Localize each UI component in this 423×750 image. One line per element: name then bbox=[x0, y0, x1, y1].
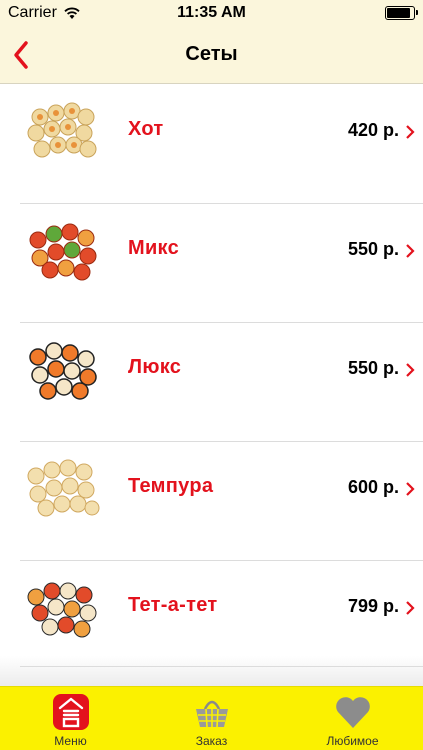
item-name: Тет-а-тет bbox=[128, 594, 218, 616]
sushi-set-image bbox=[27, 582, 97, 638]
basket-icon bbox=[195, 700, 228, 728]
item-name: Темпура bbox=[128, 475, 214, 497]
sushi-set-image bbox=[27, 102, 97, 158]
item-price: 799 р. bbox=[347, 596, 399, 616]
list-item[interactable]: Люкс 550 р. bbox=[20, 323, 423, 442]
battery-icon bbox=[385, 6, 418, 20]
chevron-right-icon bbox=[406, 244, 415, 258]
status-bar: Carrier 11:35 AM bbox=[0, 0, 423, 26]
item-price: 420 р. bbox=[347, 120, 399, 140]
sets-list: Хот 420 р. Микс 550 р. Люкс 550 р. Темпу… bbox=[0, 85, 423, 685]
list-item[interactable]: Микс 550 р. bbox=[20, 204, 423, 323]
chevron-right-icon bbox=[406, 482, 415, 496]
tab-label: Меню bbox=[54, 734, 87, 748]
tab-label: Заказ bbox=[195, 734, 228, 748]
chevron-right-icon bbox=[406, 125, 415, 139]
chevron-right-icon bbox=[406, 363, 415, 377]
menu-icon bbox=[52, 694, 89, 730]
page-title: Сеты bbox=[185, 43, 238, 65]
sushi-set-image bbox=[27, 459, 100, 517]
sushi-set-image bbox=[29, 342, 97, 400]
navigation-bar: Сеты bbox=[0, 26, 423, 84]
item-name: Хот bbox=[128, 118, 164, 140]
scroll-fade bbox=[0, 656, 423, 686]
item-price: 550 р. bbox=[347, 239, 399, 259]
list-item[interactable]: Хот 420 р. bbox=[20, 85, 423, 204]
status-time: 11:35 AM bbox=[177, 4, 246, 21]
tab-menu[interactable]: Меню bbox=[0, 687, 141, 750]
item-price: 600 р. bbox=[347, 477, 399, 497]
list-divider bbox=[20, 666, 423, 667]
tab-favorites[interactable]: Любимое bbox=[282, 687, 423, 750]
chevron-right-icon bbox=[406, 601, 415, 615]
tab-order[interactable]: Заказ bbox=[141, 687, 282, 750]
item-price: 550 р. bbox=[347, 358, 399, 378]
battery-fill bbox=[387, 8, 411, 18]
item-name: Микс bbox=[128, 237, 180, 259]
heart-icon bbox=[335, 697, 370, 728]
tab-label: Любимое bbox=[326, 734, 379, 748]
sushi-set-image bbox=[29, 223, 97, 281]
tab-bar: Меню Заказ Любимое bbox=[0, 686, 423, 750]
item-name: Люкс bbox=[128, 356, 182, 378]
list-item[interactable]: Темпура 600 р. bbox=[20, 442, 423, 561]
